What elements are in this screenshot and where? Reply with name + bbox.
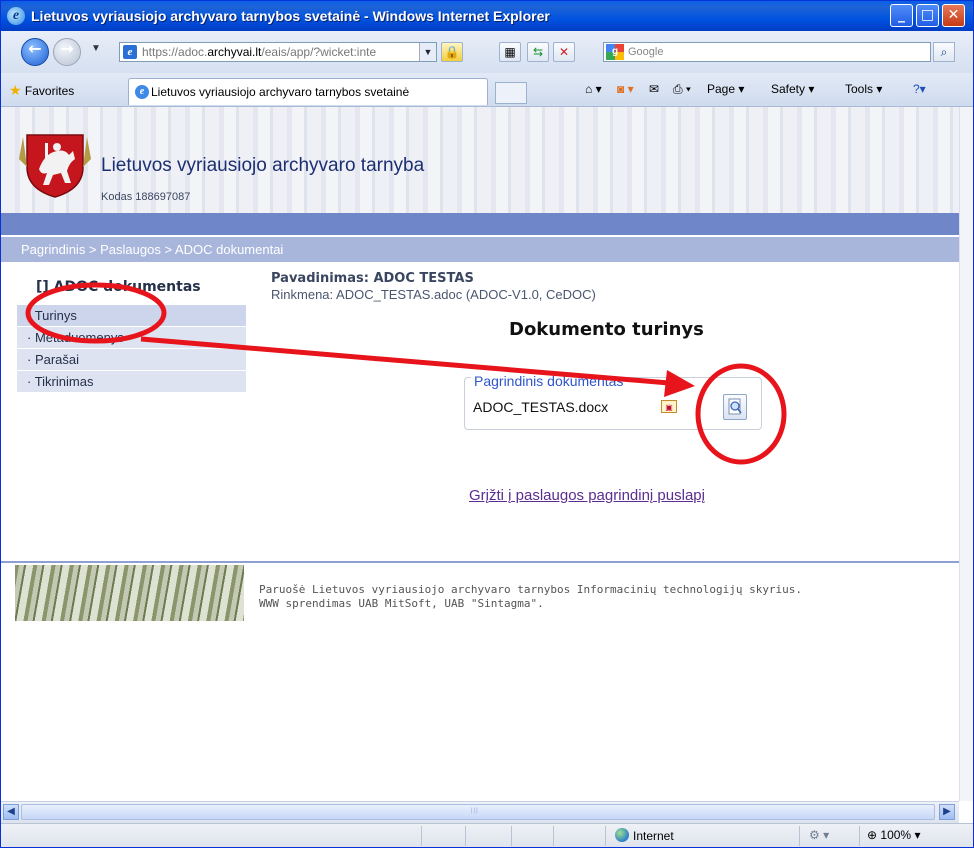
window-title: Lietuvos vyriausiojo archyvaro tarnybos … bbox=[31, 8, 550, 24]
browser-tab[interactable]: e Lietuvos vyriausiojo archyvaro tarnybo… bbox=[128, 78, 488, 105]
status-separator bbox=[799, 826, 800, 846]
lock-icon[interactable]: 🔒 bbox=[441, 42, 463, 62]
home-icon[interactable]: ⌂ ▾ bbox=[585, 82, 602, 96]
feeds-icon[interactable]: ◙ ▾ bbox=[617, 82, 634, 96]
status-separator bbox=[859, 826, 860, 846]
breadcrumb[interactable]: Pagrindinis > Paslaugos > ADOC dokumenta… bbox=[21, 237, 283, 262]
address-input[interactable]: e https://adoc.archyvai.lt/eais/app/?wick… bbox=[119, 42, 437, 62]
search-input[interactable]: g Google bbox=[603, 42, 931, 62]
status-separator bbox=[421, 826, 422, 846]
scroll-left-icon[interactable]: ◀ bbox=[3, 804, 19, 820]
favorites-button[interactable]: ★ Favorites bbox=[9, 82, 74, 99]
sidebar-item-parasai[interactable]: · Parašai bbox=[17, 349, 246, 371]
sidebar-title: [] ADOC dokumentas bbox=[36, 279, 201, 295]
help-icon[interactable]: ?▾ bbox=[913, 82, 926, 96]
status-separator bbox=[511, 826, 512, 846]
site-title: Lietuvos vyriausiojo archyvaro tarnyba bbox=[101, 155, 425, 176]
scroll-grip-icon: ||| bbox=[471, 808, 479, 814]
file-properties-icon[interactable]: ▣ bbox=[661, 400, 677, 413]
search-icon[interactable]: ⌕ bbox=[933, 42, 955, 62]
back-button[interactable]: ← bbox=[21, 38, 49, 66]
nav-band bbox=[1, 213, 959, 235]
security-zone[interactable]: Internet bbox=[615, 828, 674, 843]
security-zone-label: Internet bbox=[633, 829, 674, 843]
main-file-name: ADOC_TESTAS.docx bbox=[473, 399, 609, 415]
page-icon: e bbox=[123, 45, 137, 59]
compatibility-view-icon[interactable]: ▦ bbox=[499, 42, 521, 62]
page-menu[interactable]: Page ▾ bbox=[707, 82, 744, 96]
tab-ie-icon: e bbox=[135, 85, 149, 99]
back-to-service-link[interactable]: Grįžti į paslaugos pagrindinį puslapį bbox=[469, 487, 705, 504]
preview-button[interactable] bbox=[723, 394, 747, 420]
star-icon: ★ bbox=[9, 82, 22, 98]
status-separator bbox=[465, 826, 466, 846]
footer-line-1: Paruošė Lietuvos vyriausiojo archyvaro t… bbox=[259, 583, 803, 596]
footer-line-2: WWW sprendimas UAB MitSoft, UAB "Sintagm… bbox=[259, 597, 544, 610]
sidebar-item-turinys[interactable]: · Turinys bbox=[17, 305, 246, 327]
stop-icon[interactable]: ✕ bbox=[553, 42, 575, 62]
status-separator bbox=[605, 826, 606, 846]
tools-menu[interactable]: Tools ▾ bbox=[845, 82, 882, 96]
status-separator bbox=[553, 826, 554, 846]
tab-title: Lietuvos vyriausiojo archyvaro tarnybos … bbox=[151, 85, 410, 99]
favorites-bar: ★ Favorites e Lietuvos vyriausiojo archy… bbox=[1, 73, 973, 107]
sidebar-item-tikrinimas[interactable]: · Tikrinimas bbox=[17, 371, 246, 393]
zoom-level: 100% bbox=[880, 828, 912, 842]
maximize-button[interactable]: □ bbox=[916, 4, 939, 27]
new-tab-button[interactable] bbox=[495, 82, 527, 104]
breadcrumb-bar: Pagrindinis > Paslaugos > ADOC dokumenta… bbox=[1, 237, 959, 262]
magnifier-document-icon bbox=[728, 398, 742, 415]
page-menu-label: Page bbox=[707, 82, 736, 96]
minimize-button[interactable]: _ bbox=[890, 4, 913, 27]
document-name: Pavadinimas: ADOC TESTAS bbox=[271, 271, 474, 286]
google-icon: g bbox=[606, 44, 624, 60]
sidebar-item-metaduomenys[interactable]: · Metaduomenys bbox=[17, 327, 246, 349]
sidebar: [] ADOC dokumentas · Turinys · Metaduome… bbox=[17, 265, 246, 565]
print-icon[interactable]: ⎙ ▾ bbox=[673, 82, 691, 97]
forward-button[interactable]: → bbox=[53, 38, 81, 66]
site-code: Kodas 188697087 bbox=[101, 191, 191, 203]
recent-pages-dropdown[interactable]: ▼ bbox=[91, 43, 101, 54]
address-toolbar: ← → ▼ e https://adoc.archyvai.lt/eais/app… bbox=[1, 31, 973, 74]
scroll-right-icon[interactable]: ▶ bbox=[939, 804, 955, 820]
zoom-control[interactable]: ⊕ 100% ▾ bbox=[867, 828, 920, 842]
safety-menu-label: Safety bbox=[771, 82, 806, 96]
url-path: /eais/app/?wicket:inte bbox=[261, 45, 377, 59]
zoom-icon: ⊕ bbox=[867, 828, 878, 842]
web-page: Lietuvos vyriausiojo archyvaro tarnyba K… bbox=[1, 107, 959, 801]
url-domain: archyvai.lt bbox=[207, 45, 262, 59]
page-title: Dokumento turinys bbox=[509, 319, 704, 340]
document-file: Rinkmena: ADOC_TESTAS.adoc (ADOC-V1.0, C… bbox=[271, 287, 596, 302]
ie-logo-icon: e bbox=[7, 7, 25, 25]
main-document-legend: Pagrindinis dokumentas bbox=[471, 373, 627, 389]
horizontal-scrollbar[interactable]: ◀ ||| ▶ bbox=[1, 801, 959, 823]
favorites-label: Favorites bbox=[24, 84, 75, 98]
close-button[interactable]: ✕ bbox=[942, 4, 965, 27]
coat-of-arms-icon bbox=[19, 134, 91, 198]
refresh-icon[interactable]: ⇆ bbox=[527, 42, 549, 62]
protected-mode-icon[interactable]: ⚙ ▾ bbox=[809, 828, 829, 842]
title-bar: e Lietuvos vyriausiojo archyvaro tarnybo… bbox=[1, 1, 973, 31]
url-prefix: https://adoc. bbox=[142, 45, 208, 59]
safety-menu[interactable]: Safety ▾ bbox=[771, 82, 814, 96]
tools-menu-label: Tools bbox=[845, 82, 874, 96]
address-dropdown-icon[interactable]: ▼ bbox=[419, 43, 436, 61]
footer-text: Paruošė Lietuvos vyriausiojo archyvaro t… bbox=[259, 583, 802, 611]
globe-icon bbox=[615, 828, 629, 842]
browser-window: e Lietuvos vyriausiojo archyvaro tarnybo… bbox=[0, 0, 974, 848]
footer-divider bbox=[1, 561, 959, 563]
search-placeholder: Google bbox=[628, 46, 664, 58]
status-bar: Internet ⚙ ▾ ⊕ 100% ▾ bbox=[1, 823, 973, 847]
vertical-scrollbar[interactable] bbox=[959, 107, 973, 801]
footer-image bbox=[15, 565, 244, 621]
mail-icon[interactable]: ✉ bbox=[649, 82, 659, 96]
